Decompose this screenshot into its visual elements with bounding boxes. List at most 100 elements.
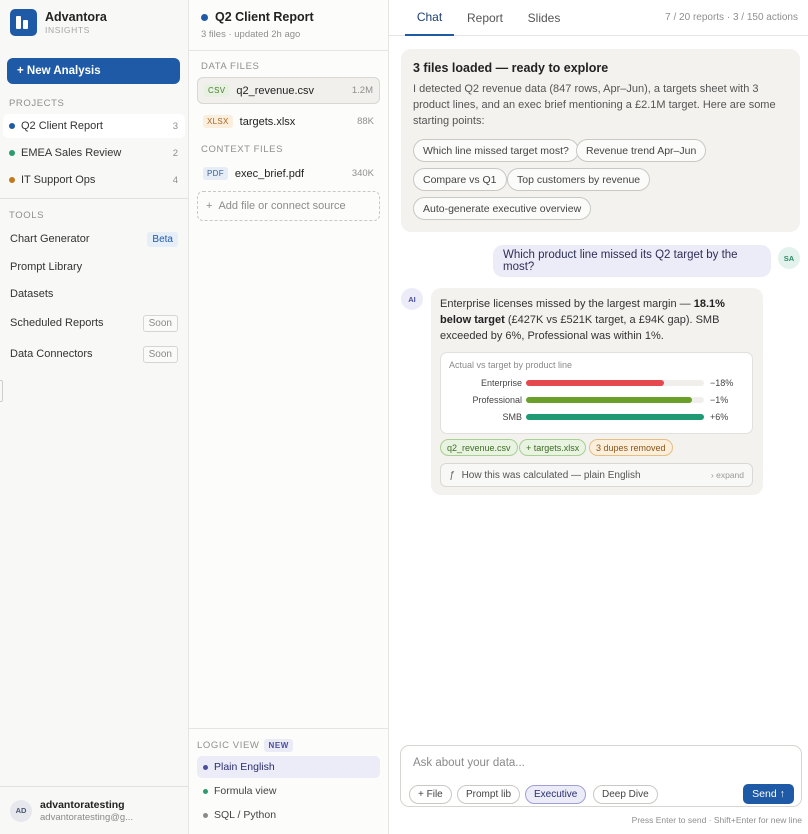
bar-row: SMB +6% <box>441 410 754 424</box>
bar-row: Enterprise −18% <box>441 376 754 390</box>
user-name: advantoratesting <box>40 798 125 811</box>
csv-file-icon: CSV <box>204 84 230 97</box>
bar-track <box>526 380 704 386</box>
bar <box>526 414 704 420</box>
tools-heading: TOOLS <box>9 210 45 221</box>
bar-chart-logo-icon <box>10 9 37 36</box>
project-item-emea-sales-review[interactable]: EMEA Sales Review 2 <box>3 141 185 165</box>
brand[interactable]: Advantora INSIGHTS <box>10 9 107 36</box>
welcome-card: 3 files loaded — ready to explore I dete… <box>401 49 800 232</box>
usage-counter: 7 / 20 reports · 3 / 150 actions <box>665 12 798 23</box>
project-count: 4 <box>172 174 178 186</box>
collapse-handle[interactable] <box>0 380 3 402</box>
chart-title: Actual vs target by product line <box>449 360 573 370</box>
file-name: targets.xlsx <box>239 115 296 128</box>
user-email: advantoratesting@g... <box>40 811 134 823</box>
deep-dive-button[interactable]: Deep Dive <box>593 785 658 804</box>
suggestion-chip[interactable]: Auto-generate executive overview <box>413 197 592 220</box>
tab-slides[interactable]: Slides <box>524 0 564 35</box>
file-item-q2-revenue[interactable]: CSV q2_revenue.csv 1.2M <box>197 77 380 104</box>
option-dot-icon <box>203 812 208 818</box>
tool-item-scheduled-reports[interactable]: Scheduled Reports Soon <box>3 311 185 335</box>
executive-mode-button[interactable]: Executive <box>525 785 587 804</box>
tool-name: Chart Generator <box>10 233 90 245</box>
suggestion-chip[interactable]: Compare vs Q1 <box>413 168 507 191</box>
cleaning-tag[interactable]: 3 dupes removed <box>589 439 673 456</box>
logic-option-plain-english[interactable]: Plain English <box>197 756 380 778</box>
bar-category-label: Enterprise <box>480 378 522 388</box>
add-source-label: Add file or connect source <box>218 200 346 212</box>
option-dot-icon <box>203 764 208 770</box>
bar-value-label: +6% <box>710 412 729 422</box>
prompt-library-button[interactable]: Prompt lib <box>457 785 521 804</box>
bar <box>526 397 692 403</box>
project-name: Q2 Client Report <box>21 120 103 132</box>
bar-track <box>526 414 704 420</box>
add-source-button[interactable]: + Add file or connect source <box>197 191 380 221</box>
file-item-targets[interactable]: XLSX targets.xlsx 88K <box>197 108 380 135</box>
file-size: 340K <box>351 168 374 179</box>
expand-link[interactable]: › expand <box>711 470 744 480</box>
project-title: Q2 Client Report <box>215 10 314 24</box>
suggestion-chip[interactable]: Which line missed target most? <box>413 139 579 162</box>
ai-answer-lead: Enterprise licenses missed by the larges… <box>440 298 694 310</box>
bar-category-label: SMB <box>502 412 522 422</box>
project-item-q2-client-report[interactable]: Q2 Client Report 3 <box>3 114 185 138</box>
welcome-title: 3 files loaded — ready to explore <box>413 61 609 75</box>
tool-item-datasets[interactable]: Datasets <box>3 282 185 306</box>
tool-name: Prompt Library <box>10 261 83 273</box>
sidebar: Advantora INSIGHTS + New Analysis PROJEC… <box>0 0 189 834</box>
message-input[interactable] <box>413 755 783 771</box>
tool-item-chart-generator[interactable]: Chart Generator Beta <box>3 227 185 251</box>
logic-option-sql-python[interactable]: SQL / Python <box>197 804 380 826</box>
user-profile[interactable]: AD advantoratesting advantoratesting@g..… <box>0 786 188 834</box>
data-files-heading: DATA FILES <box>201 61 260 72</box>
attach-file-button[interactable]: + File <box>409 785 452 804</box>
suggestion-chip[interactable]: Revenue trend Apr–Jun <box>576 139 707 162</box>
project-dot-icon <box>9 177 15 183</box>
logic-option-label: Formula view <box>214 785 277 797</box>
project-dot-icon <box>201 13 208 21</box>
file-name: q2_revenue.csv <box>236 84 315 97</box>
brand-name: Advantora <box>45 10 107 24</box>
source-tag[interactable]: + targets.xlsx <box>519 439 587 456</box>
beta-badge: Beta <box>147 231 178 247</box>
plus-icon: + <box>206 200 213 212</box>
bar <box>526 380 664 386</box>
ai-message: Enterprise licenses missed by the larges… <box>431 288 763 495</box>
tab-report[interactable]: Report <box>463 0 507 35</box>
chat-area: Chat Report Slides 7 / 20 reports · 3 / … <box>389 0 808 834</box>
file-size: 88K <box>357 116 374 127</box>
welcome-body: I detected Q2 revenue data (847 rows, Ap… <box>413 83 776 127</box>
tool-item-data-connectors[interactable]: Data Connectors Soon <box>3 342 185 366</box>
calculation-label: How this was calculated — plain English <box>461 469 641 481</box>
suggestion-chip[interactable]: Top customers by revenue <box>507 168 651 191</box>
view-tabs: Chat Report Slides 7 / 20 reports · 3 / … <box>389 0 808 36</box>
calculation-explainer[interactable]: ƒ How this was calculated — plain Englis… <box>440 463 753 487</box>
send-button[interactable]: Send ↑ <box>743 784 794 804</box>
soon-badge: Soon <box>142 345 178 363</box>
file-name: exec_brief.pdf <box>234 167 305 180</box>
project-meta: 3 files · updated 2h ago <box>201 29 301 40</box>
ai-answer-text: Enterprise licenses missed by the larges… <box>440 296 754 344</box>
option-dot-icon <box>203 788 208 794</box>
logic-view-panel: LOGIC VIEW NEW Plain English Formula vie… <box>189 728 388 834</box>
project-name: EMEA Sales Review <box>21 147 122 159</box>
logic-option-formula-view[interactable]: Formula view <box>197 780 380 802</box>
source-tag[interactable]: q2_revenue.csv <box>440 439 518 456</box>
new-analysis-button[interactable]: + New Analysis <box>7 58 180 84</box>
tab-chat[interactable]: Chat <box>405 0 454 36</box>
logic-option-label: SQL / Python <box>214 809 277 821</box>
project-item-it-support-ops[interactable]: IT Support Ops 4 <box>3 168 185 192</box>
files-header: Q2 Client Report 3 files · updated 2h ag… <box>189 0 388 51</box>
message-composer: + File Prompt lib Executive Deep Dive Se… <box>400 745 802 807</box>
new-badge: NEW <box>264 739 293 752</box>
projects-heading: PROJECTS <box>9 98 65 109</box>
file-item-exec-brief[interactable]: PDF exec_brief.pdf 340K <box>197 160 380 187</box>
files-panel: Q2 Client Report 3 files · updated 2h ag… <box>189 0 389 834</box>
soon-badge: Soon <box>142 314 178 332</box>
logic-option-label: Plain English <box>214 761 275 773</box>
tool-item-prompt-library[interactable]: Prompt Library <box>3 255 185 279</box>
bar-value-label: −1% <box>710 395 729 405</box>
avatar: AI <box>401 288 423 310</box>
